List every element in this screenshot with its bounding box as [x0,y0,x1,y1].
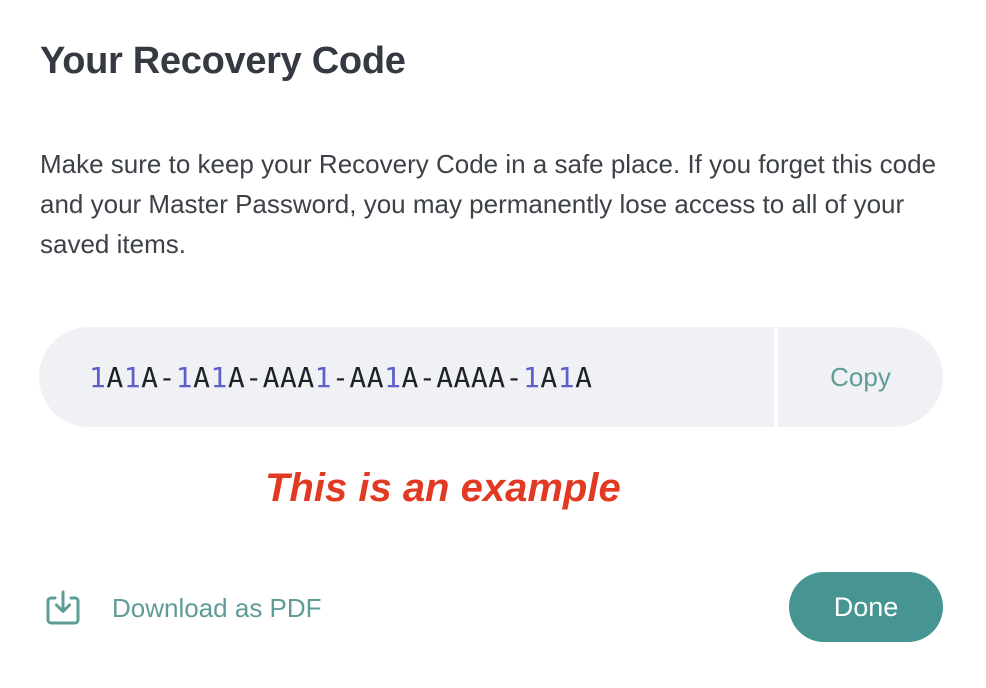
code-digit: 1 [522,360,541,394]
recovery-code-value[interactable]: 1A1A-1A1A-AAA1-AA1A-AAAA-1A1A [39,327,774,427]
code-letter: A [401,360,419,394]
dialog-description: Make sure to keep your Recovery Code in … [40,149,937,259]
done-button[interactable]: Done [789,572,943,642]
code-letter: A [193,360,211,394]
code-digit: 1 [123,360,142,394]
code-separator: - [158,360,176,394]
code-letter: A [366,360,385,394]
code-letter: A [106,360,124,394]
download-tray-icon [46,590,80,625]
code-letter: A [540,360,558,394]
code-digit: 1 [89,360,107,394]
recovery-code-dialog: Your Recovery Code Make sure to keep you… [0,0,986,688]
code-letter: A [227,360,246,394]
code-letter: A [470,360,489,394]
code-separator: - [332,360,350,394]
code-digit: 1 [384,360,402,394]
code-digit: 1 [314,360,333,394]
code-letter: A [262,360,280,394]
code-separator: - [505,360,523,394]
code-digit: 1 [210,360,228,394]
code-letter: A [453,360,471,394]
code-letter: A [575,360,593,394]
code-letter: A [279,360,298,394]
code-letter: A [349,360,367,394]
recovery-code-field: 1A1A-1A1A-AAA1-AA1A-AAAA-1A1A Copy [39,327,943,427]
download-pdf-link[interactable]: Download as PDF [44,586,322,630]
code-letter: A [297,360,315,394]
code-separator: - [418,360,437,394]
code-digit: 1 [557,360,576,394]
code-letter: A [488,360,506,394]
example-annotation: This is an example [265,466,621,510]
copy-button[interactable]: Copy [778,327,943,427]
code-letter: A [436,360,454,394]
code-separator: - [245,360,263,394]
dialog-title: Your Recovery Code [40,40,406,82]
download-pdf-label: Download as PDF [112,592,322,623]
code-digit: 1 [175,360,194,394]
code-letter: A [141,360,159,394]
